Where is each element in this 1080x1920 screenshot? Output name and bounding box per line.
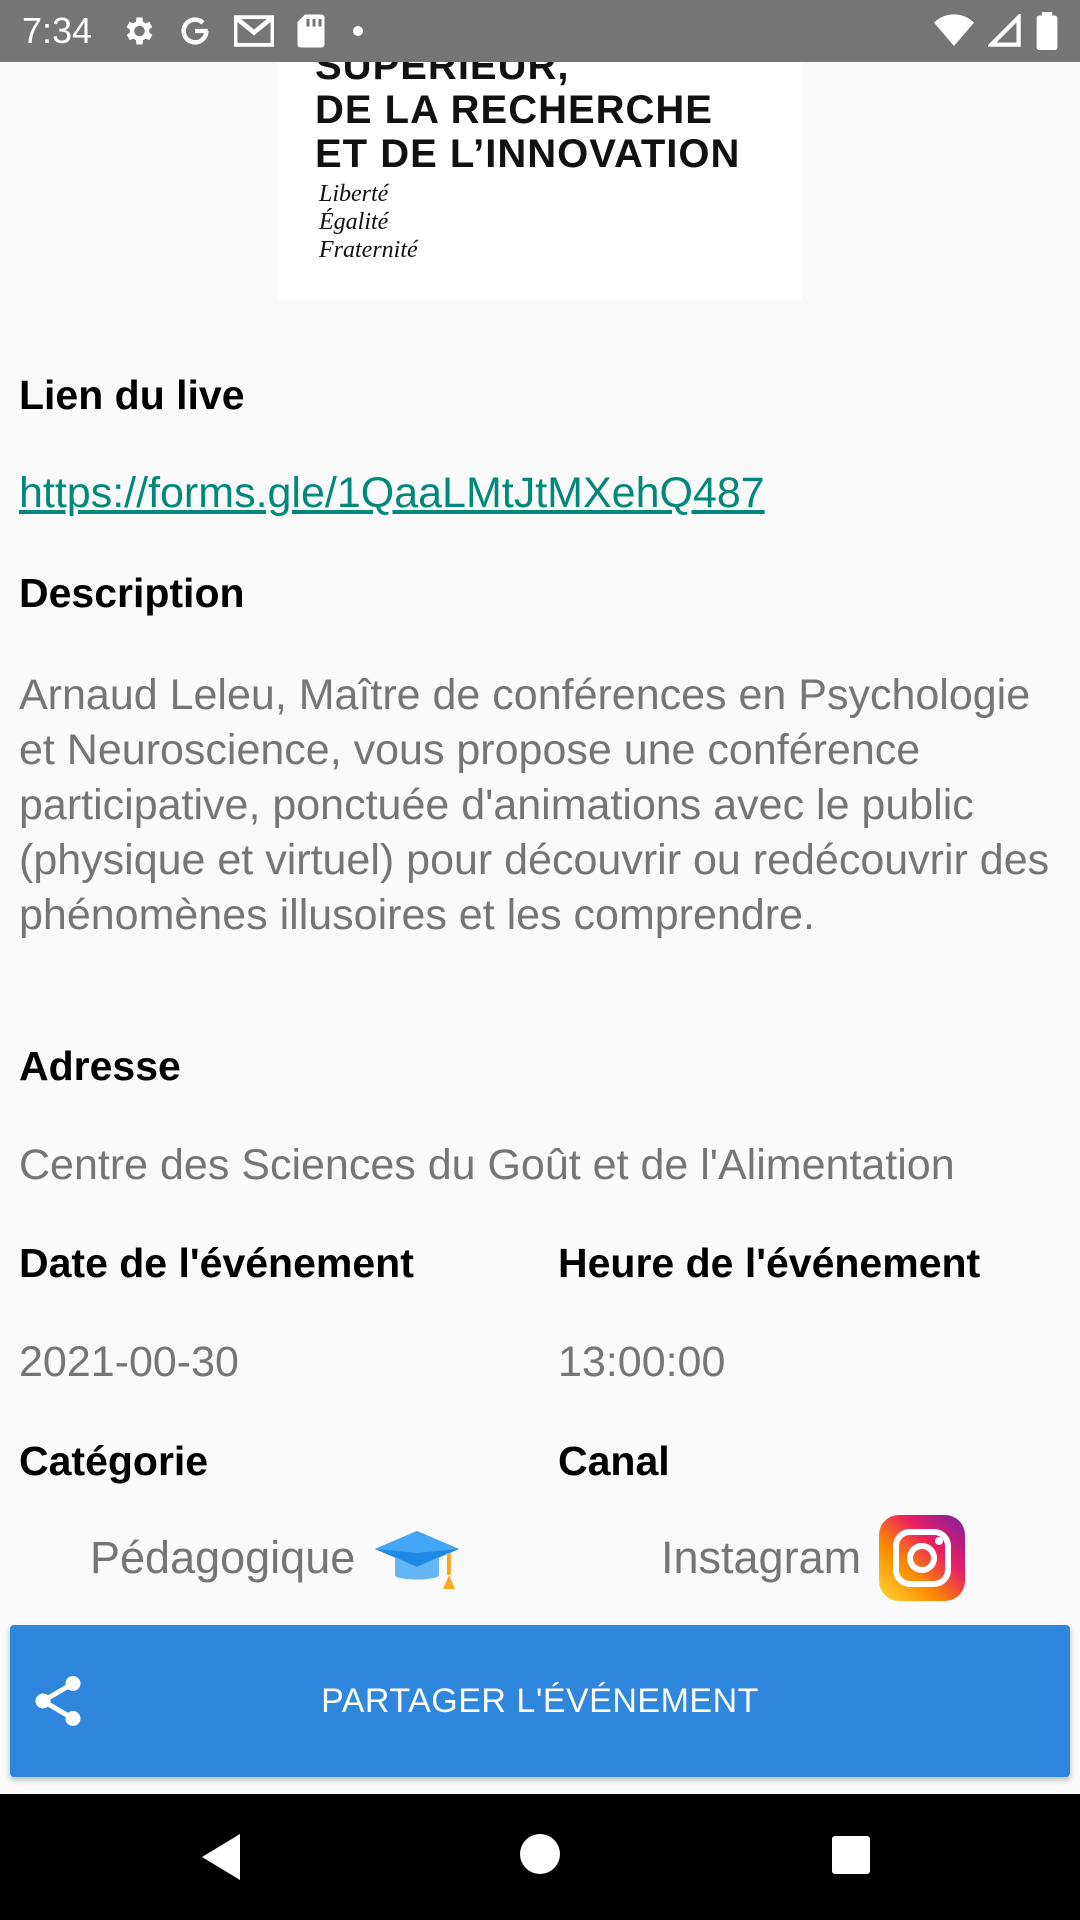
settings-icon bbox=[120, 13, 156, 49]
home-icon[interactable] bbox=[518, 1832, 562, 1881]
category-heading: Catégorie bbox=[19, 1438, 209, 1484]
navigation-bar bbox=[0, 1794, 1080, 1920]
time-value: 13:00:00 bbox=[558, 1338, 726, 1386]
back-icon[interactable] bbox=[198, 1832, 244, 1887]
time-heading: Heure de l'événement bbox=[558, 1240, 981, 1286]
live-link[interactable]: https://forms.gle/1QaaLMtJtMXehQ487 bbox=[19, 469, 765, 518]
address-heading: Adresse bbox=[19, 1043, 181, 1089]
description-heading: Description bbox=[19, 570, 245, 616]
logo-line-3: ET DE L’INNOVATION bbox=[315, 132, 741, 176]
category-value: Pédagogique bbox=[90, 1532, 356, 1583]
logo-motto-3: Fraternité bbox=[319, 237, 418, 263]
channel-chip: Instagram bbox=[661, 1508, 966, 1608]
live-link-heading: Lien du live bbox=[19, 372, 245, 418]
status-time: 7:34 bbox=[22, 10, 93, 51]
share-event-label: PARTAGER L'ÉVÉNEMENT bbox=[321, 1681, 759, 1720]
logo-motto-2: Égalité bbox=[319, 209, 389, 235]
graduation-cap-icon bbox=[373, 1523, 461, 1593]
gmail-icon bbox=[234, 14, 275, 48]
date-heading: Date de l'événement bbox=[19, 1240, 414, 1286]
status-bar: 7:34 bbox=[0, 0, 1080, 62]
ministry-logo: SUPÉRIEUR, DE LA RECHERCHE ET DE L’INNOV… bbox=[277, 62, 802, 300]
description-text: Arnaud Leleu, Maître de conférences en P… bbox=[19, 671, 1050, 939]
sd-card-icon bbox=[296, 13, 326, 49]
event-detail-content[interactable]: SUPÉRIEUR, DE LA RECHERCHE ET DE L’INNOV… bbox=[0, 62, 1080, 1794]
logo-line-1: SUPÉRIEUR, bbox=[315, 62, 570, 88]
date-value: 2021-00-30 bbox=[19, 1338, 239, 1386]
signal-icon bbox=[988, 14, 1022, 48]
share-event-button[interactable]: PARTAGER L'ÉVÉNEMENT bbox=[10, 1625, 1070, 1777]
google-icon bbox=[178, 14, 212, 48]
status-icons-left bbox=[120, 13, 368, 49]
category-chip: Pédagogique bbox=[90, 1508, 461, 1608]
battery-icon bbox=[1036, 12, 1058, 50]
recents-icon[interactable] bbox=[830, 1834, 872, 1881]
status-icons-right bbox=[934, 12, 1058, 50]
channel-heading: Canal bbox=[558, 1438, 670, 1484]
wifi-icon bbox=[934, 14, 974, 48]
instagram-icon bbox=[879, 1515, 966, 1601]
logo-motto-1: Liberté bbox=[319, 181, 389, 207]
channel-value: Instagram bbox=[661, 1532, 862, 1583]
logo-line-2: DE LA RECHERCHE bbox=[315, 88, 713, 132]
address-value: Centre des Sciences du Goût et de l'Alim… bbox=[19, 1141, 955, 1189]
notification-dot-icon bbox=[348, 21, 368, 41]
